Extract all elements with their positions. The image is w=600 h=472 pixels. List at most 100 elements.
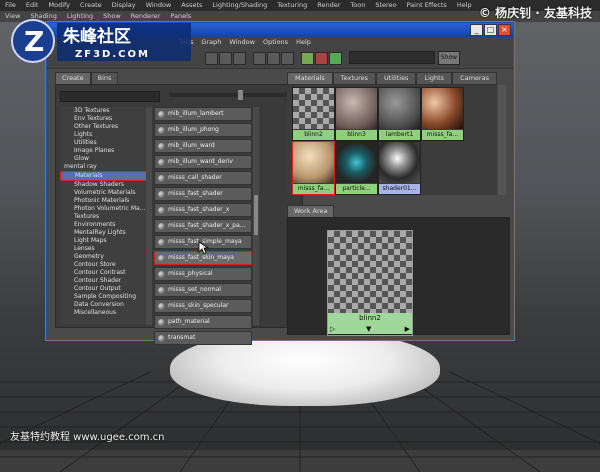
material-swatch[interactable]: blinn3 [335, 87, 378, 141]
menu-item[interactable]: Help [452, 0, 477, 11]
slider-handle[interactable] [238, 90, 243, 100]
category-item[interactable]: Environments [60, 221, 148, 229]
node-scroll-thumb[interactable] [254, 195, 258, 235]
shader-ball-icon [158, 239, 165, 246]
category-item[interactable]: Utilities [60, 139, 148, 147]
menu-item[interactable]: File [0, 0, 21, 11]
node-button[interactable]: path_material [154, 315, 252, 329]
material-swatch[interactable]: misss_fa... [292, 141, 335, 195]
material-scrollbar[interactable] [498, 85, 506, 195]
category-item[interactable]: Lenses [60, 245, 148, 253]
show-button[interactable]: Show [438, 51, 460, 65]
menu-item[interactable]: Assets [176, 0, 207, 11]
menu-item[interactable]: Render [312, 0, 345, 11]
menu-item[interactable]: Toon [345, 0, 370, 11]
node-button[interactable]: mib_illum_ward [154, 139, 252, 153]
arrange-icon[interactable] [233, 52, 246, 65]
tab-utilities[interactable]: Utilities [375, 72, 417, 85]
panel-icon[interactable] [253, 52, 266, 65]
node-button[interactable]: misss_physical [154, 267, 252, 281]
category-item[interactable]: Glow [60, 155, 148, 163]
menu-item[interactable]: Create [75, 0, 107, 11]
shader-node-card[interactable]: blinn2 ▷ ▼ ▶ [327, 230, 413, 336]
menu-item[interactable]: Window [141, 0, 177, 11]
node-button[interactable]: misss_call_shader [154, 171, 252, 185]
category-item[interactable]: Light Maps [60, 237, 148, 245]
graph-network-icon[interactable] [329, 52, 342, 65]
output-port-icon[interactable]: ▶ [405, 324, 410, 334]
category-item[interactable]: Other Textures [60, 123, 148, 131]
category-item[interactable]: Lights [60, 131, 148, 139]
category-item[interactable]: Image Planes [60, 147, 148, 155]
panel-bottom-icon[interactable] [281, 52, 294, 65]
hypershade-menu-item[interactable]: Graph [197, 37, 225, 48]
panel-split-icon[interactable] [267, 52, 280, 65]
menu-item[interactable]: Texturing [272, 0, 312, 11]
node-ports[interactable]: ▷ ▼ ▶ [328, 324, 412, 334]
menu-item[interactable]: Stereo [370, 0, 401, 11]
node-button-label: mib_illum_phong [168, 126, 219, 133]
node-button[interactable]: misss_set_normal [154, 283, 252, 297]
close-icon[interactable]: × [498, 24, 511, 36]
hypershade-menu-item[interactable]: Window [225, 37, 259, 48]
category-item[interactable]: Volumetric Materials [60, 189, 148, 197]
input-port-icon[interactable]: ▷ [330, 324, 335, 334]
node-button[interactable]: misss_fast_shader [154, 187, 252, 201]
tab-materials[interactable]: Materials [287, 72, 333, 85]
create-search-input[interactable] [60, 91, 160, 102]
category-item[interactable]: MentalRay Lights [60, 229, 148, 237]
category-item[interactable]: Contour Shader [60, 277, 148, 285]
menu-item[interactable]: Edit [21, 0, 44, 11]
node-button[interactable]: misss_fast_shader_x_pa... [154, 219, 252, 233]
menu-item[interactable]: Lighting/Shading [207, 0, 272, 11]
expand-icon[interactable]: ▼ [366, 324, 371, 334]
tab-lights[interactable]: Lights [416, 72, 453, 85]
material-swatch[interactable]: particle... [335, 141, 378, 195]
category-item[interactable]: Shadow Shaders [60, 181, 148, 189]
category-item[interactable]: Sample Compositing [60, 293, 148, 301]
category-item[interactable]: Env Textures [60, 115, 148, 123]
node-button[interactable]: mib_illum_ward_deriv [154, 155, 252, 169]
hypershade-menu-item[interactable]: Help [292, 37, 315, 48]
menu-item[interactable]: Paint Effects [402, 0, 452, 11]
material-swatch[interactable]: blinn2 [292, 87, 335, 141]
category-item[interactable]: Data Conversion [60, 301, 148, 309]
category-item[interactable]: mental ray [60, 163, 148, 171]
layout-icon[interactable] [219, 52, 232, 65]
material-swatch[interactable]: misss_fa... [421, 87, 464, 141]
category-item[interactable]: Geometry [60, 253, 148, 261]
category-item[interactable]: 3D Textures [60, 107, 148, 115]
maximize-icon[interactable]: □ [484, 24, 497, 36]
render-icon[interactable] [315, 52, 328, 65]
search-input[interactable] [349, 51, 435, 64]
category-item[interactable]: Contour Contrast [60, 269, 148, 277]
minimize-icon[interactable]: _ [470, 24, 483, 36]
tab-textures[interactable]: Textures [332, 72, 376, 85]
graph-icon[interactable] [205, 52, 218, 65]
work-area[interactable]: blinn2 ▷ ▼ ▶ [287, 217, 510, 336]
swatch-icon[interactable] [301, 52, 314, 65]
tab-cameras[interactable]: Cameras [452, 72, 497, 85]
category-item[interactable]: Contour Store [60, 261, 148, 269]
material-swatch[interactable]: shader01... [378, 141, 421, 195]
category-item[interactable]: Miscellaneous [60, 309, 148, 317]
hypershade-menu-item[interactable]: Options [259, 37, 292, 48]
icon-size-slider[interactable] [169, 93, 289, 97]
category-item[interactable]: Photon Volumetric Ma... [60, 205, 148, 213]
node-button[interactable]: mib_illum_lambert [154, 107, 252, 121]
shader-ball-icon [158, 303, 165, 310]
category-item[interactable]: Materials [60, 171, 148, 181]
node-button[interactable]: transmat [154, 331, 252, 345]
menu-item[interactable]: Modify [43, 0, 75, 11]
category-scrollbar[interactable] [146, 107, 152, 325]
category-item[interactable]: Photonic Materials [60, 197, 148, 205]
category-item[interactable]: Textures [60, 213, 148, 221]
node-button-label: transmat [168, 334, 196, 341]
material-swatch[interactable]: lambert1 [378, 87, 421, 141]
node-button[interactable]: mib_illum_phong [154, 123, 252, 137]
shader-ball-icon [158, 207, 165, 214]
node-button[interactable]: misss_skin_specular [154, 299, 252, 313]
category-item[interactable]: Contour Output [60, 285, 148, 293]
node-button[interactable]: misss_fast_shader_x [154, 203, 252, 217]
menu-item[interactable]: Display [107, 0, 141, 11]
